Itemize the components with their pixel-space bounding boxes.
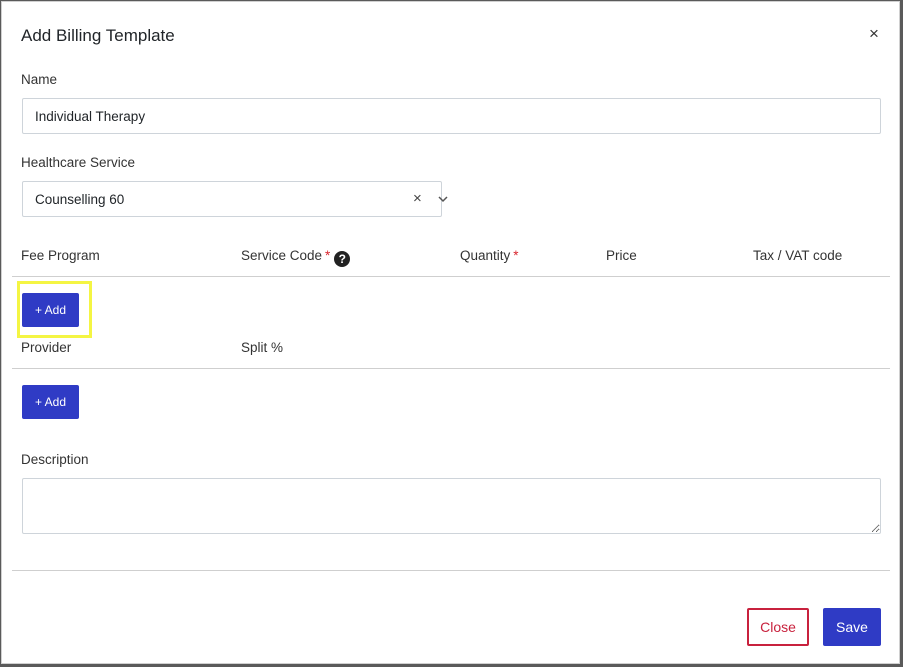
description-textarea[interactable]	[22, 478, 881, 534]
healthcare-service-value: Counselling 60	[35, 191, 125, 207]
name-input[interactable]: Individual Therapy	[22, 98, 881, 134]
column-tax-vat-code: Tax / VAT code	[753, 248, 843, 263]
close-button[interactable]: Close	[747, 608, 809, 646]
add-billing-template-modal: Add Billing Template × Name Individual T…	[1, 1, 900, 664]
description-label: Description	[21, 452, 89, 467]
provider-table-divider	[12, 368, 890, 369]
column-quantity-label: Quantity	[460, 248, 511, 263]
column-provider: Provider	[21, 340, 72, 355]
clear-icon[interactable]: ×	[413, 191, 422, 206]
column-service-code: Service Code *?	[241, 248, 351, 267]
required-marker: *	[513, 248, 519, 263]
footer-divider	[12, 570, 890, 571]
column-quantity: Quantity *	[460, 248, 519, 263]
close-icon[interactable]: ×	[864, 24, 884, 44]
chevron-down-icon[interactable]	[437, 193, 449, 205]
modal-title: Add Billing Template	[21, 26, 175, 45]
required-marker: *	[325, 248, 331, 263]
column-service-code-label: Service Code	[241, 248, 323, 263]
add-provider-button[interactable]: + Add	[22, 385, 79, 419]
healthcare-service-label: Healthcare Service	[21, 155, 136, 170]
help-icon[interactable]: ?	[334, 251, 351, 267]
column-fee-program: Fee Program	[21, 248, 100, 263]
save-button[interactable]: Save	[823, 608, 881, 646]
name-label: Name	[21, 72, 58, 87]
column-split-percent: Split %	[241, 340, 284, 355]
add-fee-button[interactable]: + Add	[22, 293, 79, 327]
healthcare-service-select[interactable]: Counselling 60 ×	[22, 181, 448, 217]
column-price: Price	[606, 248, 637, 263]
fee-table-divider	[12, 276, 890, 277]
name-input-value: Individual Therapy	[35, 108, 146, 124]
